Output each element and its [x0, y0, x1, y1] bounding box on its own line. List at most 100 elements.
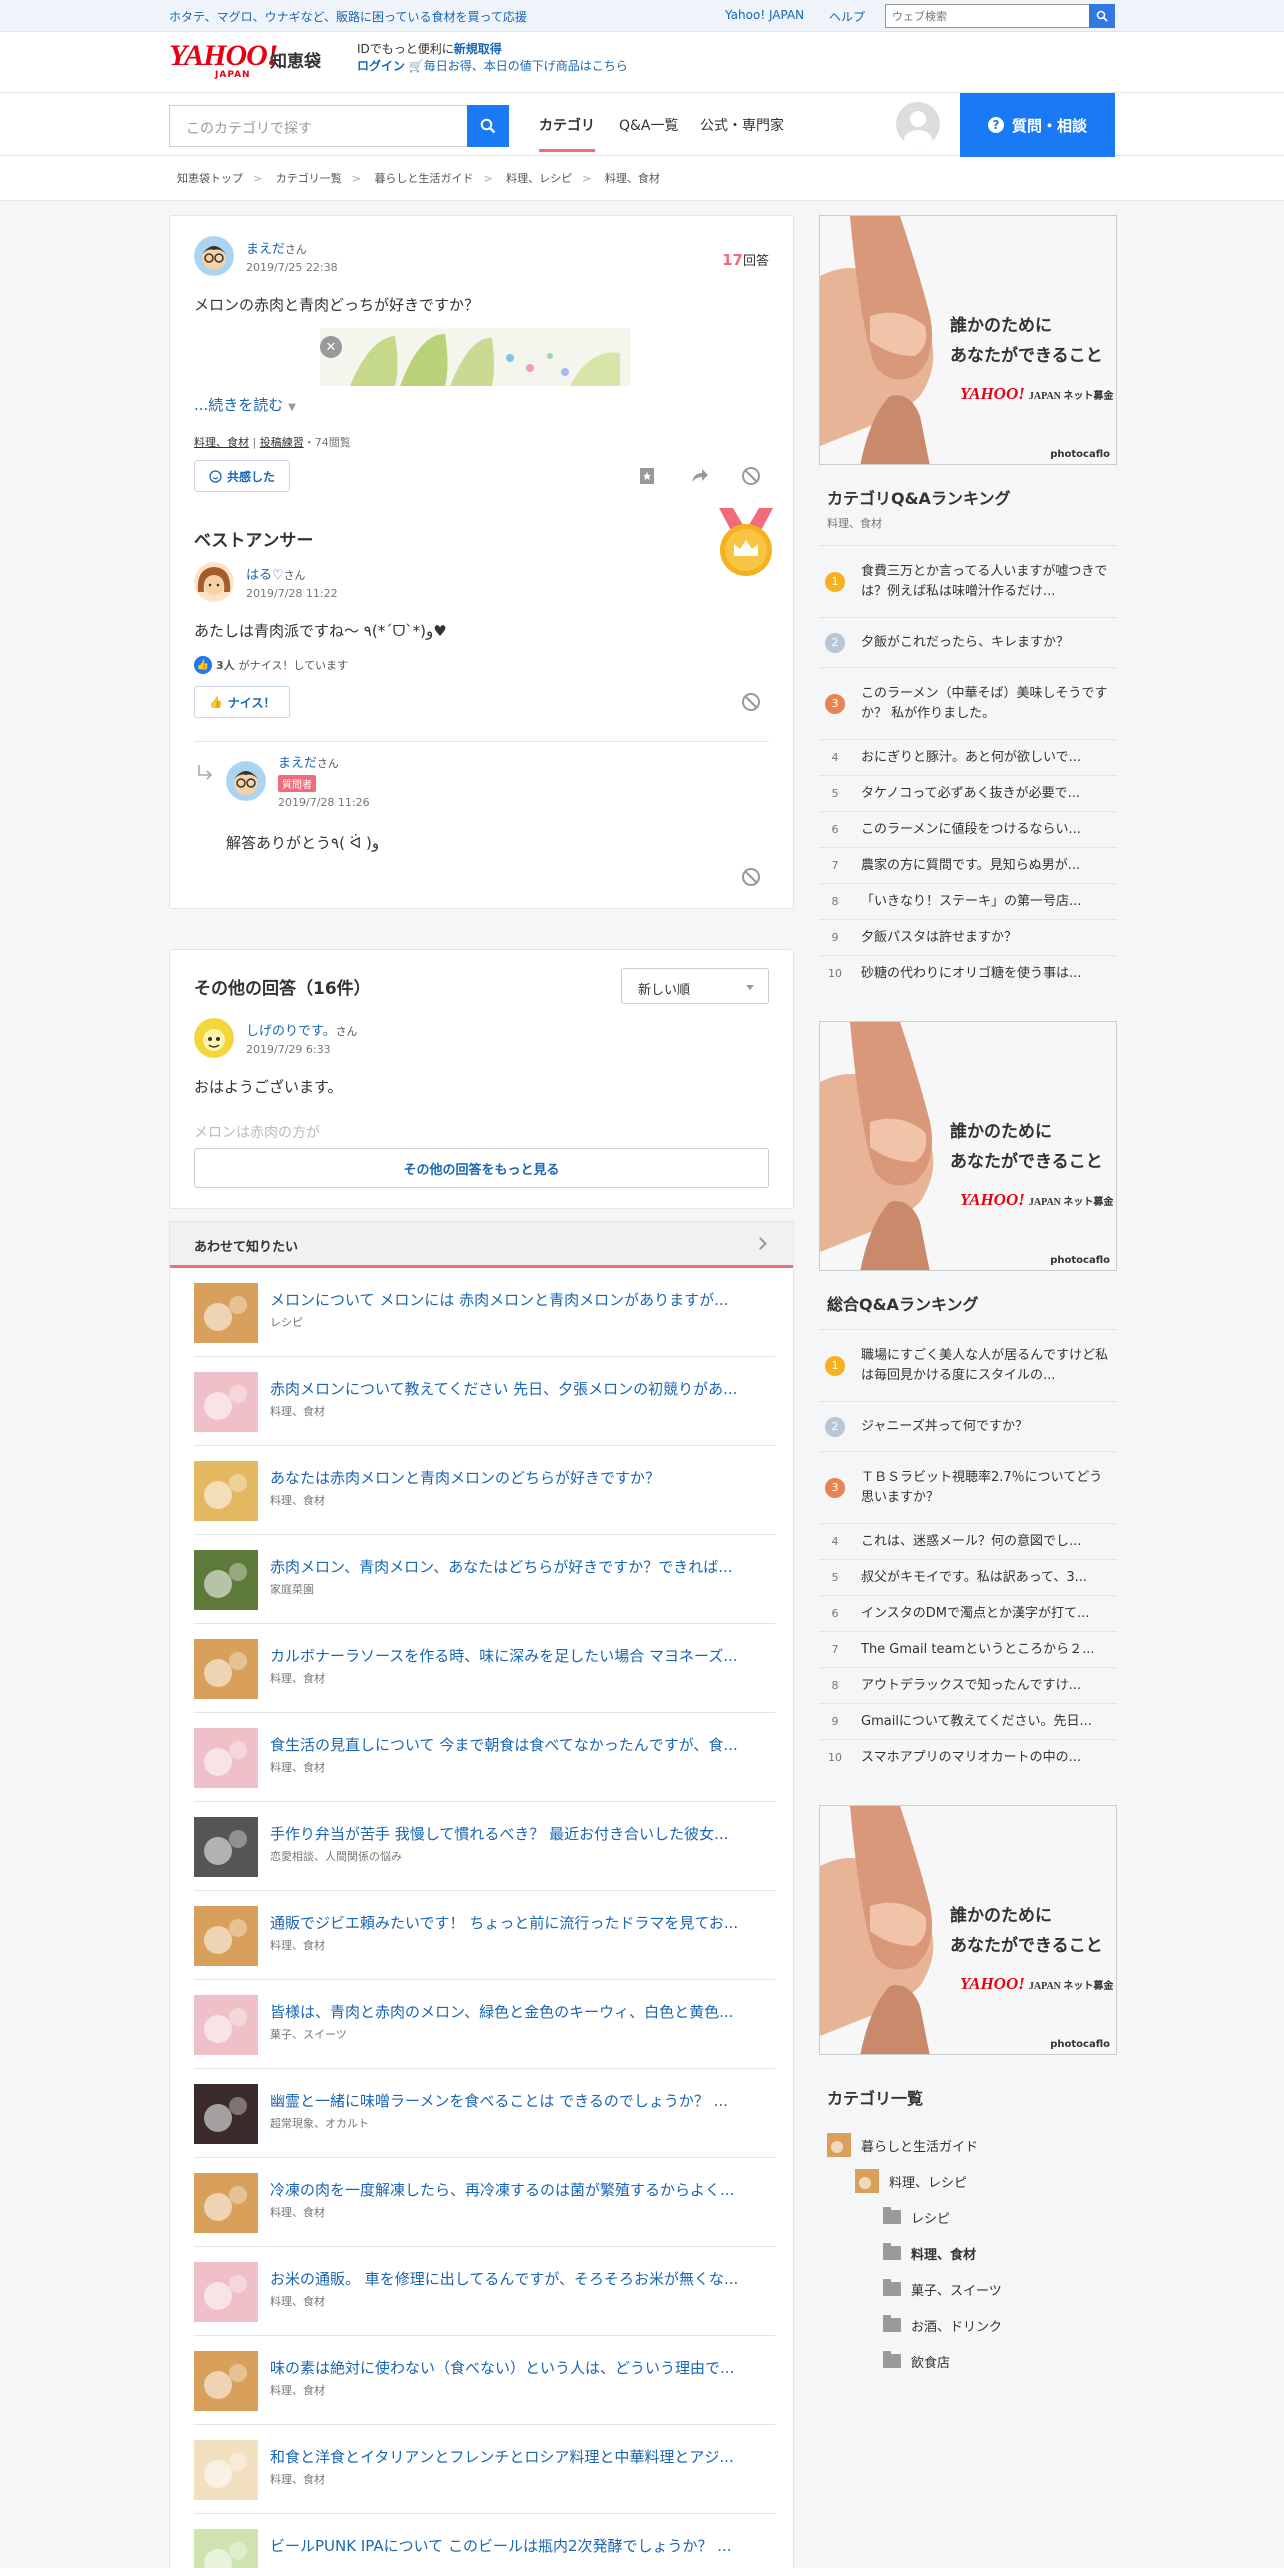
related-thumbnail[interactable]: [194, 2529, 258, 2568]
related-title[interactable]: 通販でジビエ頼みたいです！ ちょっと前に流行ったドラマを見てお...: [270, 1912, 780, 1933]
category-item[interactable]: 菓子、スイーツ: [819, 2271, 1117, 2307]
related-item[interactable]: メロンについて メロンには 赤肉メロンと青肉メロンがありますが... レシピ: [194, 1268, 775, 1357]
close-icon[interactable]: ✕: [320, 336, 342, 358]
ranking-item[interactable]: 3 ＴＢＳラビット視聴率2.7％についてどう思いますか？: [819, 1451, 1117, 1523]
category-search-button[interactable]: [467, 105, 509, 147]
related-item[interactable]: 皆様は、青肉と赤肉のメロン、緑色と金色のキーウィ、白色と黄色... 菓子、スイーツ: [194, 1980, 775, 2069]
related-title[interactable]: 皆様は、青肉と赤肉のメロン、緑色と金色のキーウィ、白色と黄色...: [270, 2001, 780, 2022]
web-search-button[interactable]: [1089, 4, 1115, 28]
avatar[interactable]: [194, 236, 234, 276]
category-search[interactable]: このカテゴリで探す: [169, 105, 509, 147]
related-item[interactable]: お米の通販。 車を修理に出してるんですが、そろそろお米が無くな... 料理、食材: [194, 2247, 775, 2336]
avatar[interactable]: [896, 102, 940, 146]
ranking-item[interactable]: 3 このラーメン（中華そば）美味しそうですか？ 私が作りました。: [819, 667, 1117, 739]
empathy-button[interactable]: 共感した: [194, 460, 291, 492]
share-icon[interactable]: [688, 465, 710, 487]
related-item[interactable]: 食生活の見直しについて 今まで朝食は食べてなかったんですが、食... 料理、食材: [194, 1713, 775, 1802]
category-item[interactable]: レシピ: [819, 2199, 1117, 2235]
related-thumbnail[interactable]: [194, 2440, 258, 2500]
ranking-item[interactable]: 9 夕飯パスタは許せますか？: [819, 919, 1117, 955]
related-thumbnail[interactable]: [194, 1550, 258, 1610]
web-search-input[interactable]: [886, 5, 1082, 27]
ranking-item[interactable]: 5 タケノコって必ずあく抜きが必要で...: [819, 775, 1117, 811]
related-title[interactable]: お米の通販。 車を修理に出してるんですが、そろそろお米が無くな...: [270, 2268, 780, 2289]
login-link[interactable]: ログイン: [357, 59, 405, 73]
related-item[interactable]: カルボナーラソースを作る時、味に深みを足したい場合 マヨネーズ... 料理、食材: [194, 1624, 775, 1713]
related-thumbnail[interactable]: [194, 2262, 258, 2322]
category-item[interactable]: 暮らしと生活ガイド: [819, 2127, 1117, 2163]
ranking-item[interactable]: 10 砂糖の代わりにオリゴ糖を使う事は...: [819, 955, 1117, 991]
related-thumbnail[interactable]: [194, 1728, 258, 1788]
related-title[interactable]: ビールPUNK IPAについて このビールは瓶内2次発酵でしょうか？ ...: [270, 2535, 780, 2556]
ranking-item[interactable]: 7 The Gmail teamというところから２...: [819, 1631, 1117, 1667]
category-link[interactable]: 料理、食材: [194, 436, 249, 449]
best-answer-user-name[interactable]: はる♡: [246, 568, 284, 583]
block-icon[interactable]: [740, 866, 762, 888]
ranking-item[interactable]: 2 ジャニーズ丼って何ですか？: [819, 1401, 1117, 1451]
ranking-item[interactable]: 1 職場にすごく美人な人が居るんですけど私は毎回見かける度にスタイルの...: [819, 1329, 1117, 1401]
related-thumbnail[interactable]: [194, 1995, 258, 2055]
related-thumbnail[interactable]: [194, 1817, 258, 1877]
tag-link[interactable]: 投稿練習: [260, 436, 304, 449]
related-item[interactable]: 赤肉メロン、青肉メロン、あなたはどちらが好きですか？できれば... 家庭菜園: [194, 1535, 775, 1624]
related-item[interactable]: 手作り弁当が苦手 我慢して慣れるべき？ 最近お付き合いした彼女... 恋愛相談、人…: [194, 1802, 775, 1891]
ad-banner[interactable]: 誰かのために あなたができること YAHOO! JAPAN ネット募金 photoc…: [819, 1805, 1117, 2055]
question-image[interactable]: [320, 328, 630, 386]
ranking-item[interactable]: 9 Gmailについて教えてください。先日...: [819, 1703, 1117, 1739]
tab-category[interactable]: カテゴリ: [539, 115, 595, 152]
more-answers-button[interactable]: その他の回答をもっと見る: [194, 1148, 769, 1188]
ad-banner[interactable]: 誰かのために あなたができること YAHOO! JAPAN ネット募金 photoc…: [819, 1021, 1117, 1271]
category-search-input[interactable]: このカテゴリで探す: [186, 118, 312, 138]
related-thumbnail[interactable]: [194, 2173, 258, 2233]
ranking-item[interactable]: 2 夕飯がこれだったら、キレますか？: [819, 617, 1117, 667]
related-item[interactable]: 冷凍の肉を一度解凍したら、再冷凍するのは菌が繁殖するからよく... 料理、食材: [194, 2158, 775, 2247]
related-title[interactable]: 味の素は絶対に使わない（食べない）という人は、どういう理由で...: [270, 2357, 780, 2378]
related-item[interactable]: 赤肉メロンについて教えてください 先日、夕張メロンの初競りがあ... 料理、食材: [194, 1357, 775, 1446]
sort-select[interactable]: 新しい順: [621, 968, 769, 1004]
related-thumbnail[interactable]: [194, 1639, 258, 1699]
reply-user-name[interactable]: まえだ: [278, 756, 317, 771]
ranking-item[interactable]: 10 スマホアプリのマリオカートの中の...: [819, 1739, 1117, 1775]
related-title[interactable]: 食生活の見直しについて 今まで朝食は食べてなかったんですが、食...: [270, 1734, 780, 1755]
tab-qa-list[interactable]: Q&A一覧: [619, 115, 679, 135]
ranking-item[interactable]: 7 農家の方に質問です。見知らぬ男が...: [819, 847, 1117, 883]
related-title[interactable]: 和食と洋食とイタリアンとフレンチとロシア料理と中華料理とアジ...: [270, 2446, 780, 2467]
nice-button[interactable]: 👍 ナイス！: [194, 686, 291, 718]
ranking-item[interactable]: 4 おにぎりと豚汁。あと何が欲しいで...: [819, 739, 1117, 775]
related-item[interactable]: 通販でジビエ頼みたいです！ ちょっと前に流行ったドラマを見てお... 料理、食材: [194, 1891, 775, 1980]
ranking-item[interactable]: 5 叔父がキモイです。私は訳あって、3...: [819, 1559, 1117, 1595]
crumb-living[interactable]: 暮らしと生活ガイド: [374, 172, 473, 185]
crumb-cooking[interactable]: 料理、レシピ: [506, 172, 572, 185]
block-icon[interactable]: [740, 691, 762, 713]
related-title[interactable]: カルボナーラソースを作る時、味に深みを足したい場合 マヨネーズ...: [270, 1645, 780, 1666]
crumb-top[interactable]: 知恵袋トップ: [177, 172, 243, 185]
sale-link[interactable]: 毎日お得、本日の値下げ商品はこちら: [424, 59, 628, 73]
promo-link[interactable]: ホタテ、マグロ、ウナギなど、販路に困っている食材を買って応援: [169, 8, 527, 25]
crumb-categories[interactable]: カテゴリ一覧: [276, 172, 342, 185]
related-item[interactable]: 和食と洋食とイタリアンとフレンチとロシア料理と中華料理とアジ... 料理、食材: [194, 2425, 775, 2514]
avatar[interactable]: [226, 760, 266, 801]
related-thumbnail[interactable]: [194, 1283, 258, 1343]
related-thumbnail[interactable]: [194, 1372, 258, 1432]
related-thumbnail[interactable]: [194, 1461, 258, 1521]
related-title[interactable]: 幽霊と一緒に味噌ラーメンを食べることは できるのでしょうか？ ...: [270, 2090, 780, 2111]
ranking-item[interactable]: 6 このラーメンに値段をつけるならい...: [819, 811, 1117, 847]
service-name[interactable]: 知恵袋: [270, 47, 321, 72]
signup-link[interactable]: 新規取得: [454, 42, 502, 56]
related-title[interactable]: 冷凍の肉を一度解凍したら、再冷凍するのは菌が繁殖するからよく...: [270, 2179, 780, 2200]
ranking-item[interactable]: 8 「いきなり！ステーキ」の第一号店...: [819, 883, 1117, 919]
bookmark-icon[interactable]: [636, 465, 658, 487]
yahoo-japan-link[interactable]: Yahoo! JAPAN: [725, 8, 804, 22]
category-item[interactable]: 飲食店: [819, 2343, 1117, 2379]
avatar[interactable]: [194, 562, 234, 602]
category-item[interactable]: 料理、レシピ: [819, 2163, 1117, 2199]
related-thumbnail[interactable]: [194, 2351, 258, 2411]
related-item[interactable]: 幽霊と一緒に味噌ラーメンを食べることは できるのでしょうか？ ... 超常現象、オ…: [194, 2069, 775, 2158]
related-title[interactable]: 赤肉メロン、青肉メロン、あなたはどちらが好きですか？できれば...: [270, 1556, 780, 1577]
related-thumbnail[interactable]: [194, 1906, 258, 1966]
related-header[interactable]: あわせて知りたい: [170, 1222, 793, 1268]
avatar[interactable]: [194, 1018, 234, 1058]
block-icon[interactable]: [740, 465, 762, 487]
other-answer-user-name[interactable]: しげのりです。: [246, 1024, 336, 1039]
category-item[interactable]: お酒、ドリンク: [819, 2307, 1117, 2343]
